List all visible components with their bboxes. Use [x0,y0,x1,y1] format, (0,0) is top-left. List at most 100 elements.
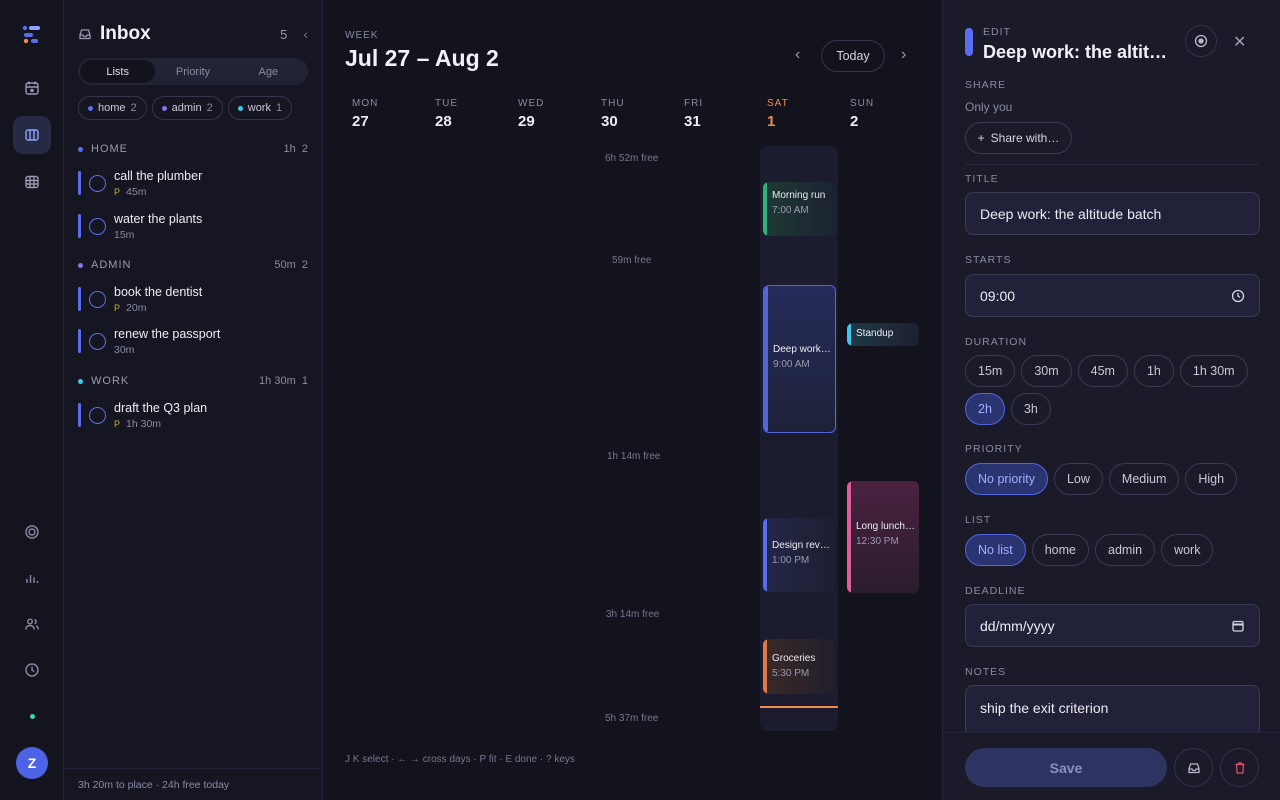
task-item[interactable]: draft the Q3 plan P 1h 30m [78,401,308,437]
day-header-sat[interactable]: SAT 1 [767,98,827,130]
day-header-tue[interactable]: TUE 28 [435,98,495,130]
duration-1h30m[interactable]: 1h 30m [1179,355,1248,387]
title-input[interactable]: Deep work: the altitude batch [965,192,1260,235]
deadline-date-input[interactable]: dd/mm/yyyy [965,604,1260,647]
chart-icon[interactable] [13,559,51,597]
grid-icon[interactable] [13,163,51,201]
task-color-bar [78,287,81,311]
duration-1h[interactable]: 1h [1133,355,1174,387]
duration-30m[interactable]: 30m [1021,355,1072,387]
move-to-inbox-button[interactable] [1174,748,1213,787]
task-checkbox[interactable] [89,175,106,192]
focus-button[interactable] [1185,25,1217,57]
priority-medium[interactable]: Medium [1108,463,1180,495]
task-checkbox[interactable] [89,218,106,235]
chip-count: 1 [275,102,283,114]
edit-footer: Save [943,732,1280,800]
event-card[interactable]: Long lunch with Ana 12:30 PM [847,481,919,593]
calendar-icon[interactable] [1231,619,1245,633]
dot-icon [78,378,83,384]
day-header-mon[interactable]: MON 27 [352,98,412,130]
list-none[interactable]: No list [965,534,1026,566]
chip-label: work [247,102,271,114]
task-name: water the plants [114,212,203,226]
chip-count: 2 [206,102,213,114]
group-meta: 50m 2 [274,259,308,271]
event-card-selected[interactable]: Deep work: the altitude batch 9:00 AM [763,285,836,433]
task-item[interactable]: water the plants 15m [78,212,308,248]
share-label: SHARE [965,79,1007,91]
chevron-right-icon[interactable]: › [901,46,906,64]
free-time-label: 1h 14m free [607,451,661,462]
tab-lists[interactable]: Lists [80,60,156,83]
task-checkbox[interactable] [89,407,106,424]
group-name: HOME [91,143,128,155]
tab-priority[interactable]: Priority [155,60,230,83]
chip-admin[interactable]: admin 2 [151,96,223,120]
duration-3h[interactable]: 3h [1010,393,1051,425]
target-icon[interactable] [13,513,51,551]
event-time: 1:00 PM [772,555,810,566]
share-value: Only you [965,100,1013,114]
collapse-panel-icon[interactable]: ‹ [303,26,308,42]
close-icon[interactable]: ✕ [1233,32,1246,52]
group-header-work[interactable]: WORK 1h 30m 1 [78,373,308,389]
priority-low[interactable]: Low [1053,463,1103,495]
chevron-left-icon[interactable]: ‹ [795,46,800,64]
group-header-home[interactable]: HOME 1h 2 [78,141,308,157]
tab-age[interactable]: Age [231,60,306,83]
priority-label: PRIORITY [965,443,1023,455]
task-checkbox[interactable] [89,291,106,308]
event-color-swatch[interactable] [965,28,973,56]
app-logo-icon[interactable] [22,24,42,44]
event-card[interactable]: Groceries 5:30 PM [763,639,836,694]
event-card[interactable]: Morning run 7:00 AM [763,182,836,236]
share-with-button[interactable]: + Share with… [965,122,1072,154]
group-header-admin[interactable]: ADMIN 50m 2 [78,257,308,273]
day-header-thu[interactable]: THU 30 [601,98,661,130]
duration-2h[interactable]: 2h [965,393,1005,425]
dot-icon [88,105,93,111]
task-meta: P 45m [114,186,147,198]
clock-icon[interactable] [13,651,51,689]
priority-none[interactable]: No priority [965,463,1048,495]
task-item[interactable]: renew the passport 30m [78,327,308,363]
priority-flag-icon: P [114,419,121,429]
calendar-icon[interactable] [13,69,51,107]
save-button[interactable]: Save [965,748,1167,787]
clock-icon[interactable] [1231,289,1245,303]
list-work[interactable]: work [1161,534,1214,566]
day-header-wed[interactable]: WED 29 [518,98,578,130]
event-time: 9:00 AM [773,359,810,370]
edit-label: EDIT [983,26,1011,38]
event-card[interactable]: Standup [847,323,919,346]
chip-work[interactable]: work 1 [227,96,293,120]
today-button[interactable]: Today [821,40,885,72]
free-time-label: 3h 14m free [606,609,660,620]
people-icon[interactable] [13,605,51,643]
duration-15m[interactable]: 15m [965,355,1016,387]
day-header-fri[interactable]: FRI 31 [684,98,744,130]
inbox-panel: Inbox 5 ‹ Lists Priority Age home 2 admi… [64,0,323,800]
event-time: 7:00 AM [772,205,809,216]
notes-label: NOTES [965,666,1007,678]
task-item[interactable]: book the dentist P 20m [78,285,308,321]
keyboard-hints: J K select · ← → cross days · P fit · E … [345,754,575,765]
board-icon[interactable] [13,116,51,154]
task-checkbox[interactable] [89,333,106,350]
edit-title: Deep work: the altit… [983,42,1168,62]
duration-options: 15m 30m 45m 1h 1h 30m 2h 3h [965,355,1255,425]
list-home[interactable]: home [1031,534,1090,566]
priority-high[interactable]: High [1185,463,1238,495]
event-title: Long lunch with Ana [856,521,915,532]
starts-time-input[interactable]: 09:00 [965,274,1260,317]
chip-home[interactable]: home 2 [78,96,147,120]
delete-button[interactable] [1220,748,1259,787]
duration-45m[interactable]: 45m [1077,355,1128,387]
avatar[interactable]: Z [16,747,48,779]
event-time: 5:30 PM [772,668,810,679]
event-card[interactable]: Design review 1:00 PM [763,518,836,592]
task-item[interactable]: call the plumber P 45m [78,169,308,205]
day-header-sun[interactable]: SUN 2 [850,98,910,130]
list-admin[interactable]: admin [1095,534,1156,566]
